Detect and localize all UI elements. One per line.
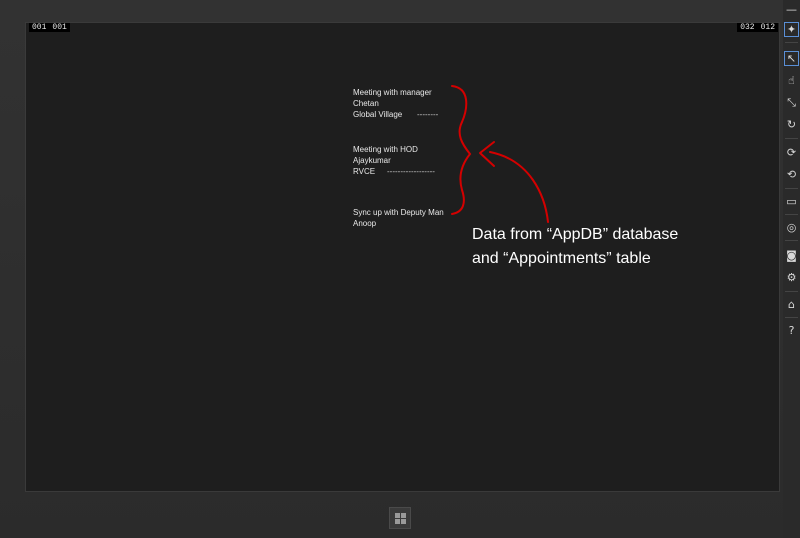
appointment-dashes: ------------------: [387, 167, 435, 176]
mouse-pointer-icon[interactable]: ↖: [784, 51, 799, 66]
list-item[interactable]: Meeting with HOD Ajaykumar RVCE --------…: [353, 144, 435, 177]
appointment-title: Sync up with Deputy Man: [353, 208, 444, 217]
pin-icon[interactable]: ✦: [784, 22, 799, 37]
minimize-icon[interactable]: —: [784, 2, 799, 17]
counter-value: 001: [52, 23, 67, 32]
appointment-person: Chetan: [353, 99, 379, 108]
list-item[interactable]: Sync up with Deputy Man Anoop: [353, 207, 444, 229]
toolbar-divider: [785, 138, 798, 139]
windows-button-icon[interactable]: [389, 507, 411, 529]
touch-icon[interactable]: ☝: [784, 73, 799, 88]
frame-rate-counter-right: 032 012: [737, 23, 778, 32]
counter-value: 012: [760, 23, 775, 32]
toolbar-divider: [785, 291, 798, 292]
help-icon[interactable]: ?: [784, 323, 799, 338]
change-resolution-icon[interactable]: ▭: [784, 194, 799, 209]
frame-rate-counter-left: 001 001: [29, 23, 70, 32]
rotate-counterclockwise-icon[interactable]: ⟲: [784, 167, 799, 182]
toolbar-divider: [785, 214, 798, 215]
list-item[interactable]: Meeting with manager Chetan Global Villa…: [353, 87, 438, 120]
windows-logo-pane: [401, 519, 406, 524]
windows-logo-pane: [395, 513, 400, 518]
appointment-dashes: --------: [417, 110, 439, 119]
toolbar-divider: [785, 317, 798, 318]
appointment-place: Global Village: [353, 110, 403, 119]
counter-value: 001: [32, 23, 47, 32]
counter-value: 032: [740, 23, 755, 32]
network-icon[interactable]: ⌂: [784, 297, 799, 312]
windows-logo-pane: [395, 519, 400, 524]
toolbar-divider: [785, 188, 798, 189]
appointment-place: RVCE: [353, 167, 376, 176]
windows-logo-pane: [401, 513, 406, 518]
annotation-line-2: and “Appointments” table: [472, 250, 651, 267]
pinch-zoom-icon[interactable]: ⤡: [784, 95, 799, 110]
appointment-title: Meeting with HOD: [353, 145, 418, 154]
toolbar-divider: [785, 240, 798, 241]
set-location-icon[interactable]: ◎: [784, 220, 799, 235]
toolbar-divider: [785, 42, 798, 43]
appointment-title: Meeting with manager: [353, 88, 432, 97]
rotation-touch-icon[interactable]: ↻: [784, 117, 799, 132]
rotate-clockwise-icon[interactable]: ⟳: [784, 145, 799, 160]
simulator-frame: 001 001 032 012 Meeting with manager Cheta…: [0, 0, 800, 538]
appointment-person: Anoop: [353, 219, 377, 228]
screenshot-settings-icon[interactable]: ⚙: [784, 270, 799, 285]
screenshot-icon[interactable]: ◙: [784, 248, 799, 263]
annotation-caption: Data from “AppDB” database and “Appointm…: [472, 223, 678, 271]
annotation-line-1: Data from “AppDB” database: [472, 226, 679, 243]
simulator-toolbar: — ✦ ↖ ☝ ⤡ ↻ ⟳ ⟲ ▭ ◎ ◙ ⚙ ⌂ ?: [783, 0, 800, 538]
appointment-person: Ajaykumar: [353, 156, 391, 165]
